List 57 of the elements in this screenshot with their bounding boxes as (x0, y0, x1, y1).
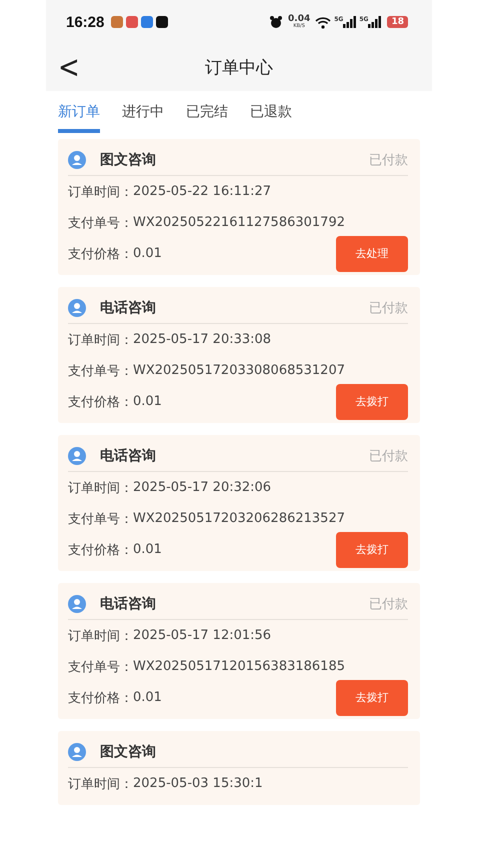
order-card[interactable]: 电话咨询 已付款 订单时间：2025-05-17 20:32:06 支付单号：WX20250517203206286213527 支付价格：0.01 去拨打 (58, 435, 420, 571)
battery-indicator: 18 (387, 16, 408, 28)
wifi-icon (315, 16, 332, 28)
field-value: WX20250517120156383186185 (133, 659, 345, 674)
status-time: 16:28 (66, 14, 104, 30)
field-label: 支付价格： (68, 394, 133, 410)
field-label: 支付价格： (68, 690, 133, 706)
signal-icon (343, 16, 356, 28)
field-value: 0.01 (133, 542, 162, 557)
tab[interactable]: 已退款 (250, 103, 292, 133)
field-label: 支付单号： (68, 214, 133, 232)
order-status: 已付款 (369, 300, 408, 317)
order-type: 图文咨询 (100, 151, 156, 169)
order-status: 已付款 (369, 448, 408, 465)
field-value: WX20250522161127586301792 (133, 215, 345, 230)
field-value: WX20250517203206286213527 (133, 511, 345, 526)
order-status: 已付款 (369, 152, 408, 169)
user-icon (68, 447, 86, 465)
field-value: 0.01 (133, 690, 162, 705)
user-icon (68, 595, 86, 613)
order-type: 图文咨询 (100, 743, 156, 761)
user-icon (68, 743, 86, 761)
field-label: 支付单号： (68, 362, 133, 380)
user-icon (68, 151, 86, 169)
field-label: 支付价格： (68, 542, 133, 558)
field-label: 支付价格： (68, 246, 133, 262)
tab[interactable]: 进行中 (122, 103, 164, 133)
field-label: 订单时间： (68, 332, 133, 348)
field-value: 2025-05-17 20:32:06 (133, 480, 272, 495)
field-value: WX20250517203308068531207 (133, 363, 345, 378)
order-card[interactable]: 图文咨询 订单时间：2025-05-03 15:30:1 (58, 731, 420, 805)
field-label: 订单时间： (68, 480, 133, 496)
page-title: 订单中心 (205, 57, 273, 79)
order-status: 已付款 (369, 596, 408, 613)
back-button[interactable]: < (46, 50, 92, 86)
field-label: 支付单号： (68, 510, 133, 528)
signal-icon (368, 16, 382, 28)
field-value: 2025-05-22 16:11:27 (133, 184, 272, 199)
order-card[interactable]: 图文咨询 已付款 订单时间：2025-05-22 16:11:27 支付单号：WX20250522161127586301792 支付价格：0.01 去处理 (58, 139, 420, 275)
network-speed: 0.04 (288, 15, 310, 24)
field-label: 支付单号： (68, 658, 133, 676)
tab[interactable]: 已完结 (186, 103, 228, 133)
order-type: 电话咨询 (100, 595, 156, 613)
field-label: 订单时间： (68, 776, 133, 792)
field-value: 2025-05-03 15:30:1 (133, 776, 263, 791)
user-icon (68, 299, 86, 317)
field-value: 0.01 (133, 394, 162, 409)
order-card[interactable]: 电话咨询 已付款 订单时间：2025-05-17 12:01:56 支付单号：WX20250517120156383186185 支付价格：0.01 去拨打 (58, 583, 420, 719)
order-type: 电话咨询 (100, 447, 156, 465)
field-label: 订单时间： (68, 184, 133, 200)
tab[interactable]: 新订单 (58, 103, 100, 133)
field-value: 0.01 (133, 246, 162, 261)
field-label: 订单时间： (68, 628, 133, 644)
order-card[interactable]: 电话咨询 已付款 订单时间：2025-05-17 20:33:08 支付单号：WX20250517203308068531207 支付价格：0.01 去拨打 (58, 287, 420, 423)
field-value: 2025-05-17 20:33:08 (133, 332, 272, 347)
order-type: 电话咨询 (100, 299, 156, 317)
field-value: 2025-05-17 12:01:56 (133, 628, 272, 643)
